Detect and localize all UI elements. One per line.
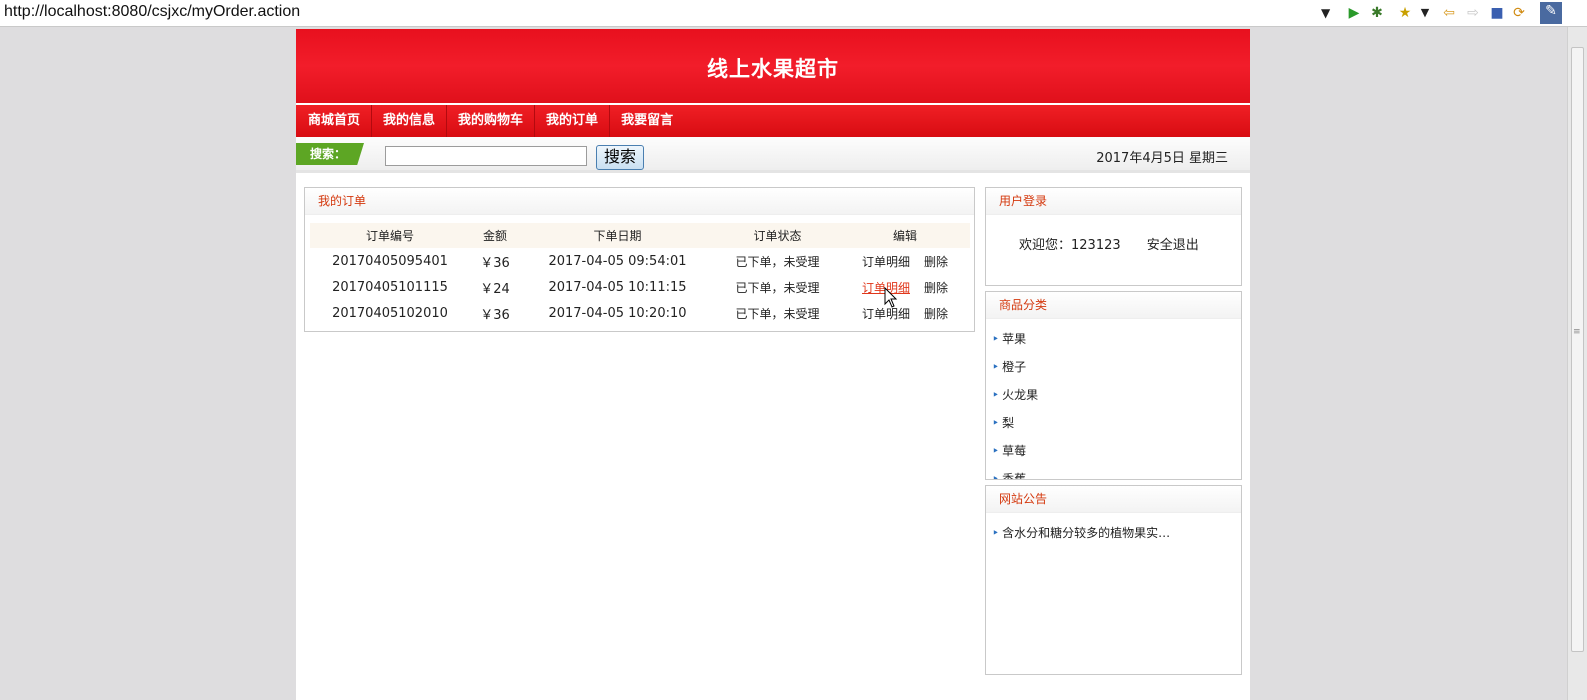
login-panel: 用户登录 欢迎您：123123 安全退出 xyxy=(985,187,1242,286)
category-item[interactable]: 香蕉 xyxy=(992,465,1241,479)
category-item[interactable]: 苹果 xyxy=(992,325,1241,353)
orders-table: 订单编号 金额 下单日期 订单状态 编辑 20170405095401 ￥36 … xyxy=(310,223,970,326)
menu-arrow-icon[interactable]: ▼ xyxy=(1416,4,1434,22)
mouse-cursor-icon xyxy=(884,287,898,308)
order-amount: ￥36 xyxy=(480,307,510,323)
order-delete-link[interactable]: 删除 xyxy=(924,307,948,321)
order-id: 20170405101115 xyxy=(332,279,448,295)
bookmark-star-icon[interactable]: ★ xyxy=(1396,4,1414,22)
table-row: 20170405101115 ￥24 2017-04-05 10:11:15 已… xyxy=(310,274,970,300)
category-list: 苹果 橙子 火龙果 梨 草莓 香蕉 xyxy=(986,319,1241,479)
scrollbar-thumb[interactable] xyxy=(1571,47,1584,652)
category-item[interactable]: 草莓 xyxy=(992,437,1241,465)
page: 线上水果超市 商城首页 我的信息 我的购物车 我的订单 我要留言 搜索： 搜索 … xyxy=(296,29,1250,700)
col-order-id: 订单编号 xyxy=(365,229,414,243)
table-header-row: 订单编号 金额 下单日期 订单状态 编辑 xyxy=(310,223,970,248)
site-banner: 线上水果超市 xyxy=(296,29,1250,105)
table-row: 20170405102010 ￥36 2017-04-05 10:20:10 已… xyxy=(310,300,970,326)
login-body: 欢迎您：123123 安全退出 xyxy=(986,215,1241,253)
search-button[interactable]: 搜索 xyxy=(596,145,644,170)
run-icon[interactable]: ▶ xyxy=(1345,4,1363,22)
order-status: 已下单，未受理 xyxy=(735,306,820,321)
search-input[interactable] xyxy=(385,146,587,166)
stop-icon[interactable]: ■ xyxy=(1488,4,1506,22)
order-id: 20170405102010 xyxy=(332,305,448,321)
nav-leave-message[interactable]: 我要留言 xyxy=(610,105,684,137)
tools-icon[interactable]: ✎ xyxy=(1540,2,1562,24)
notice-item[interactable]: 含水分和糖分较多的植物果实… xyxy=(992,519,1241,547)
order-delete-link[interactable]: 删除 xyxy=(924,255,948,269)
nav-my-orders[interactable]: 我的订单 xyxy=(535,105,611,137)
order-date: 2017-04-05 10:20:10 xyxy=(548,305,687,321)
search-bar: 搜索： 搜索 2017年4月5日 星期三 xyxy=(296,137,1250,173)
scrollbar-grip-icon: ≡ xyxy=(1573,327,1581,337)
logout-link[interactable]: 安全退出 xyxy=(1147,238,1199,253)
col-edit: 编辑 xyxy=(892,229,917,243)
category-item[interactable]: 橙子 xyxy=(992,353,1241,381)
order-status: 已下单，未受理 xyxy=(735,254,820,269)
order-detail-link[interactable]: 订单明细 xyxy=(862,255,910,269)
url-text[interactable]: http://localhost:8080/csjxc/myOrder.acti… xyxy=(4,3,300,21)
notice-panel: 网站公告 含水分和糖分较多的植物果实… xyxy=(985,485,1242,675)
dropdown-icon[interactable]: ▼ xyxy=(1321,6,1330,20)
login-panel-title: 用户登录 xyxy=(986,188,1241,215)
vertical-scrollbar[interactable]: ≡ xyxy=(1567,27,1587,700)
table-row: 20170405095401 ￥36 2017-04-05 09:54:01 已… xyxy=(310,248,970,274)
order-date: 2017-04-05 09:54:01 xyxy=(548,253,687,269)
order-amount: ￥24 xyxy=(480,281,510,297)
notice-list: 含水分和糖分较多的植物果实… xyxy=(986,513,1241,547)
col-amount: 金额 xyxy=(482,229,507,243)
welcome-text: 欢迎您：123123 xyxy=(1019,238,1121,253)
category-item[interactable]: 梨 xyxy=(992,409,1241,437)
col-order-date: 下单日期 xyxy=(593,229,642,243)
search-label: 搜索： xyxy=(296,143,364,165)
category-item[interactable]: 火龙果 xyxy=(992,381,1241,409)
col-status: 订单状态 xyxy=(753,229,802,243)
order-amount: ￥36 xyxy=(480,255,510,271)
order-status: 已下单，未受理 xyxy=(735,280,820,295)
back-icon[interactable]: ⇦ xyxy=(1440,4,1458,22)
orders-panel: 我的订单 订单编号 金额 下单日期 订单状态 编辑 20170405095401… xyxy=(304,187,975,332)
site-title: 线上水果超市 xyxy=(707,57,839,81)
refresh-icon[interactable]: ⟳ xyxy=(1510,4,1528,22)
order-id: 20170405095401 xyxy=(332,253,448,269)
order-date: 2017-04-05 10:11:15 xyxy=(548,279,687,295)
categories-panel-title: 商品分类 xyxy=(986,292,1241,319)
debug-icon[interactable]: ✱ xyxy=(1368,4,1386,22)
nav-home[interactable]: 商城首页 xyxy=(297,105,373,137)
browser-address-bar[interactable]: http://localhost:8080/csjxc/myOrder.acti… xyxy=(0,0,1587,27)
order-actions: 订单明细 删除 xyxy=(840,300,970,326)
order-delete-link[interactable]: 删除 xyxy=(924,281,948,295)
orders-panel-title: 我的订单 xyxy=(305,188,974,215)
main-nav: 商城首页 我的信息 我的购物车 我的订单 我要留言 xyxy=(296,105,1250,137)
categories-panel: 商品分类 苹果 橙子 火龙果 梨 草莓 香蕉 xyxy=(985,291,1242,480)
notice-panel-title: 网站公告 xyxy=(986,486,1241,513)
nav-my-cart[interactable]: 我的购物车 xyxy=(447,105,536,137)
forward-icon[interactable]: ⇨ xyxy=(1464,4,1482,22)
current-date: 2017年4月5日 星期三 xyxy=(1096,151,1228,166)
nav-my-info[interactable]: 我的信息 xyxy=(372,105,448,137)
order-actions: 订单明细 删除 xyxy=(840,248,970,274)
order-actions: 订单明细 删除 xyxy=(840,274,970,300)
